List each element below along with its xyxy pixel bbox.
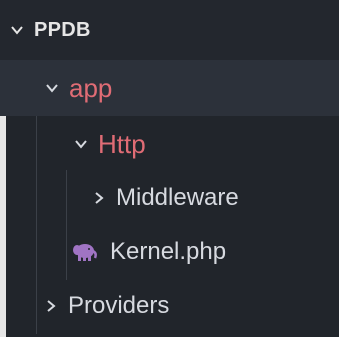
indent-guide: [36, 116, 37, 172]
tree-item-app[interactable]: app: [0, 60, 339, 116]
tree-item-label: Http: [98, 129, 146, 159]
tree-item-providers[interactable]: Providers: [0, 278, 339, 334]
tree-item-http[interactable]: Http: [0, 116, 339, 172]
chevron-down-icon: [45, 81, 59, 95]
tree-item-label: Kernel.php: [110, 238, 227, 265]
chevron-down-icon: [10, 23, 24, 37]
explorer-root-header[interactable]: PPDB: [0, 0, 339, 60]
chevron-right-icon: [44, 299, 58, 313]
indent-guide: [66, 224, 67, 280]
tree-item-label: Middleware: [116, 184, 239, 211]
indent-guide: [36, 170, 37, 226]
indent-guide: [36, 224, 37, 280]
indent-guide: [36, 278, 37, 334]
php-elephant-icon: [72, 242, 98, 262]
indent-guide: [66, 170, 67, 226]
chevron-down-icon: [74, 137, 88, 151]
tree-item-middleware[interactable]: Middleware: [0, 170, 339, 226]
tree-item-label: Providers: [68, 292, 170, 319]
chevron-right-icon: [92, 191, 106, 205]
tree-item-label: app: [69, 73, 113, 103]
explorer-root-label: PPDB: [34, 19, 91, 41]
tree-item-kernel-php[interactable]: Kernel.php: [0, 224, 339, 280]
